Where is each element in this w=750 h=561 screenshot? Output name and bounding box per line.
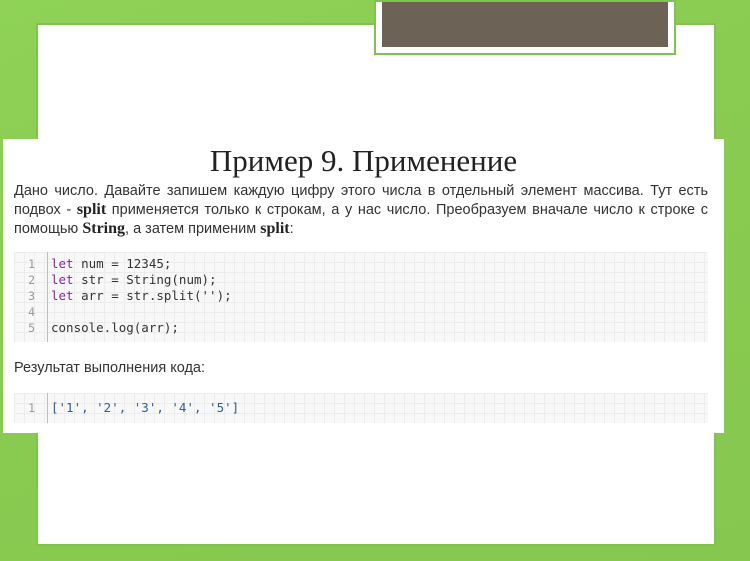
code-line: 4 [14,304,708,320]
code-rest: console.log(arr); [51,320,179,335]
code-keyword: let [51,256,74,271]
keyword-split: split [260,219,290,237]
description-paragraph: Дано число. Давайте запишем каждую цифру… [14,182,708,238]
page-title: Пример 9. Применение [209,143,518,178]
code-keyword: let [51,288,74,303]
code-text: let arr = str.split(''); [51,288,232,304]
keyword-split: split [76,200,107,218]
paragraph-text: , а затем применим [125,220,261,237]
result-text: ['1', '2', '3', '4', '5'] [51,400,240,415]
content-panel: Пример 9. Применение Дано число. Давайте… [3,139,724,433]
code-rest: str = String(num); [73,272,217,287]
code-keyword: let [51,272,74,287]
line-number: 5 [28,321,35,335]
code-line: 2 let str = String(num); [14,272,708,288]
title-bar [374,0,676,55]
code-text: let num = 12345; [51,256,171,272]
result-line: 1 ['1', '2', '3', '4', '5'] [14,400,708,416]
result-block[interactable]: 1 ['1', '2', '3', '4', '5'] [14,393,708,423]
code-text: console.log(arr); [51,320,179,336]
code-line: 1 let num = 12345; [14,256,708,272]
line-number: 3 [28,289,35,303]
line-number: 4 [28,305,35,319]
keyword-string: String [82,219,126,237]
code-line: 3 let arr = str.split(''); [14,288,708,304]
code-line: 5 console.log(arr); [14,320,708,336]
result-label: Результат выполнения кода: [14,360,206,376]
line-number: 1 [28,401,35,415]
code-block[interactable]: 1 let num = 12345; 2 let str = String(nu… [14,252,708,342]
paragraph-text: : [289,220,294,237]
title-bar-fill [382,2,668,47]
line-number: 2 [28,273,35,287]
line-number: 1 [28,257,35,271]
code-text: let str = String(num); [51,272,217,288]
code-rest: num = 12345; [73,256,172,271]
code-rest: arr = str.split(''); [73,288,232,303]
